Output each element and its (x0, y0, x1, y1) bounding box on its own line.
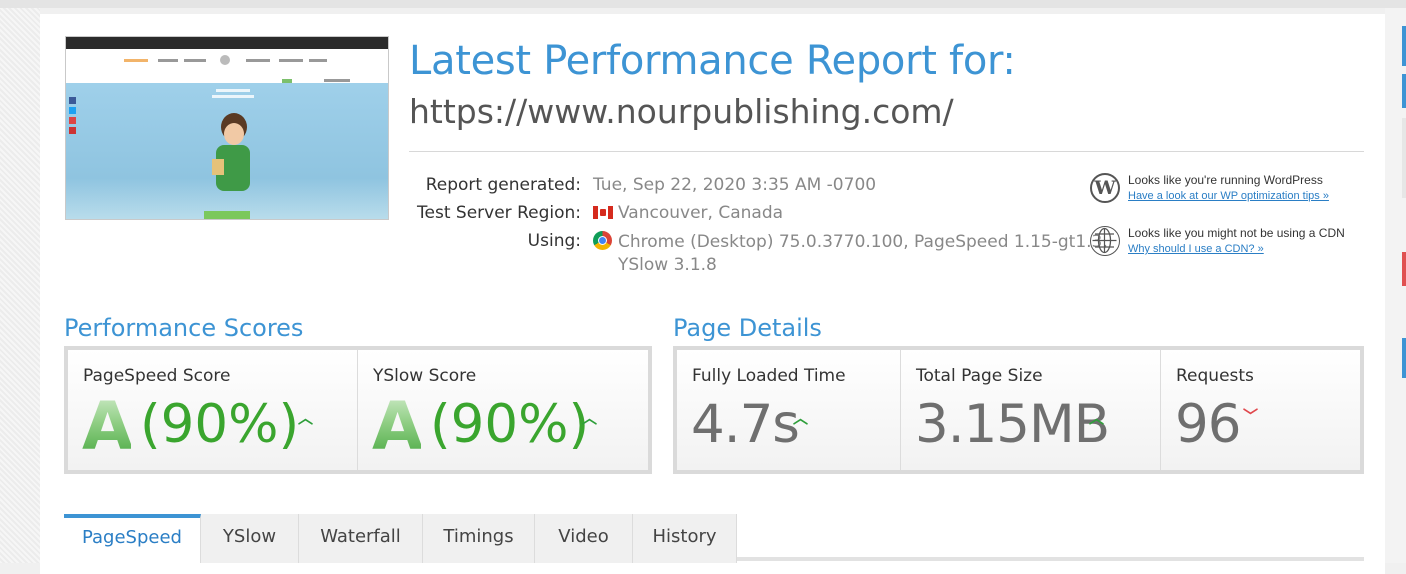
report-title: Latest Performance Report for: (409, 38, 1016, 84)
tab-pagespeed[interactable]: PageSpeed (64, 514, 201, 563)
left-background (0, 8, 40, 563)
yslow-score-cell[interactable]: YSlow Score A (90%) ︿ (357, 350, 649, 470)
fully-loaded-time-value: 4.7s (691, 394, 800, 455)
thumbnail-topbar (66, 37, 388, 49)
requests-label: Requests (1176, 366, 1254, 386)
sidebar-marker (1402, 74, 1406, 108)
requests-cell[interactable]: Requests 96 ﹀ (1160, 350, 1361, 470)
top-strip (0, 0, 1406, 8)
divider (409, 151, 1364, 152)
pagespeed-grade: A (82, 388, 133, 465)
pagespeed-score-label: PageSpeed Score (83, 366, 231, 386)
tab-history[interactable]: History (633, 514, 737, 563)
pagespeed-score-cell[interactable]: PageSpeed Score A (90%) ︿ (68, 350, 357, 470)
chrome-icon (593, 231, 612, 250)
cdn-tip-text: Looks like you might not be using a CDN (1128, 226, 1345, 240)
cdn-tips-link[interactable]: Why should I use a CDN? » (1128, 243, 1264, 255)
sidebar-marker (1402, 26, 1406, 66)
site-screenshot-thumbnail[interactable] (65, 36, 389, 220)
pagespeed-percent: (90%) (140, 394, 300, 455)
using-value: Chrome (Desktop) 75.0.3770.100, PageSpee… (593, 231, 1108, 252)
yslow-grade: A (372, 388, 423, 465)
right-sidebar-edge (1385, 8, 1406, 563)
yslow-score-label: YSlow Score (373, 366, 477, 386)
fully-loaded-time-label: Fully Loaded Time (692, 366, 846, 386)
trend-up-icon: ︿ (793, 409, 809, 427)
using-label: Using: (527, 231, 581, 251)
canada-flag-icon (593, 206, 613, 219)
page-details-title: Page Details (673, 314, 822, 342)
report-url[interactable]: https://www.nourpublishing.com/ (409, 92, 954, 131)
trend-up-icon: ︿ (298, 409, 314, 427)
yslow-percent: (90%) (430, 394, 590, 455)
test-server-region-label: Test Server Region: (417, 203, 581, 223)
performance-scores-box: PageSpeed Score A (90%) ︿ YSlow Score A … (64, 346, 652, 474)
tab-video[interactable]: Video (535, 514, 633, 563)
wordpress-tips-link[interactable]: Have a look at our WP optimization tips … (1128, 190, 1329, 202)
total-page-size-cell[interactable]: Total Page Size 3.15MB ︿ (900, 350, 1161, 470)
sidebar-marker (1402, 118, 1406, 198)
total-page-size-label: Total Page Size (916, 366, 1043, 386)
thumbnail-hero (66, 83, 388, 219)
requests-value: 96 (1175, 394, 1241, 455)
total-page-size-value: 3.15MB (915, 394, 1110, 455)
test-server-region-value: Vancouver, Canada (593, 203, 783, 223)
fully-loaded-time-cell[interactable]: Fully Loaded Time 4.7s ︿ (677, 350, 900, 470)
globe-icon (1090, 226, 1120, 256)
wordpress-tip-text: Looks like you're running WordPress (1128, 173, 1323, 187)
wordpress-icon: W (1090, 173, 1120, 203)
page-details-box: Fully Loaded Time 4.7s ︿ Total Page Size… (673, 346, 1364, 474)
tab-yslow[interactable]: YSlow (201, 514, 299, 563)
sidebar-marker (1402, 252, 1406, 286)
trend-up-icon: ︿ (582, 409, 598, 427)
tab-timings[interactable]: Timings (423, 514, 535, 563)
performance-scores-title: Performance Scores (64, 314, 304, 342)
sidebar-marker (1402, 338, 1406, 378)
tab-waterfall[interactable]: Waterfall (299, 514, 423, 563)
report-generated-label: Report generated: (425, 175, 581, 195)
report-generated-value: Tue, Sep 22, 2020 3:35 AM -0700 (593, 175, 877, 195)
using-value-line2: YSlow 3.1.8 (618, 255, 717, 275)
trend-down-icon: ﹀ (1243, 407, 1259, 425)
thumbnail-nav (66, 49, 388, 84)
trend-up-icon: ︿ (1089, 409, 1105, 427)
